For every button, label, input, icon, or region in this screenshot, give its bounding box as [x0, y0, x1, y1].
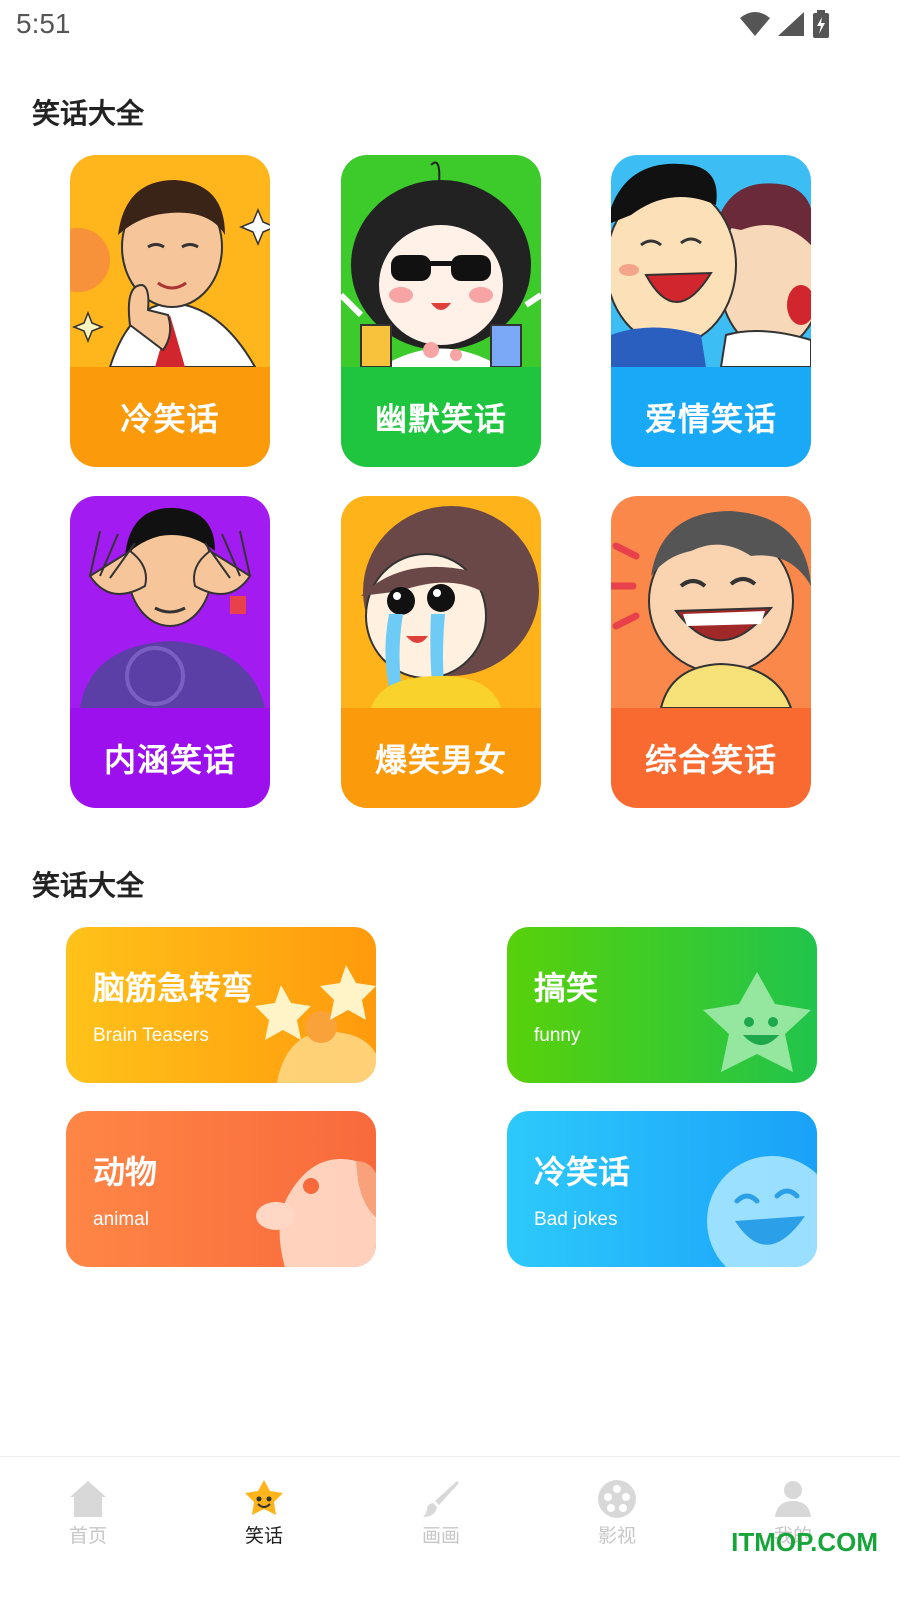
- feature-subtitle: animal: [93, 1209, 149, 1230]
- category-card-love-jokes[interactable]: 爱情笑话: [611, 155, 811, 467]
- category-label: 内涵笑话: [103, 741, 236, 779]
- feature-subtitle: Brain Teasers: [93, 1025, 209, 1046]
- feature-card-animal[interactable]: 动物 animal: [66, 1111, 376, 1267]
- category-card-subtle-jokes[interactable]: 内涵笑话: [70, 496, 270, 808]
- status-bar: 5:51: [0, 0, 900, 48]
- cartoon-man-hands-eyes-image: [70, 496, 270, 708]
- star-eyes-icon: [255, 965, 376, 1083]
- battery-icon: [813, 10, 829, 38]
- laughing-face-icon: [707, 1156, 817, 1267]
- category-label: 幽默笑话: [374, 400, 507, 438]
- category-card-men-women-jokes[interactable]: 爆笑男女: [341, 496, 541, 808]
- dog-icon: [256, 1159, 376, 1267]
- watermark-text: ITMOP.COM: [731, 1527, 878, 1557]
- cartoon-laughing-couple-image: [611, 155, 811, 367]
- feature-subtitle: funny: [534, 1025, 581, 1046]
- nav-item-draw[interactable]: 画画: [391, 1479, 491, 1548]
- nav-item-home[interactable]: 首页: [38, 1479, 138, 1548]
- user-icon: [775, 1481, 811, 1517]
- nav-item-jokes[interactable]: 笑话: [214, 1479, 314, 1548]
- brush-icon: [423, 1481, 459, 1517]
- category-label: 爱情笑话: [644, 400, 777, 438]
- category-card-general-jokes[interactable]: 综合笑话: [611, 496, 811, 808]
- nav-item-video[interactable]: 影视: [567, 1479, 667, 1548]
- feature-title: 搞笑: [534, 969, 599, 1007]
- feature-card-bad-jokes[interactable]: 冷笑话 Bad jokes: [507, 1111, 817, 1267]
- feature-card-funny[interactable]: 搞笑 funny: [507, 927, 817, 1083]
- signal-icon: [778, 12, 804, 36]
- cartoon-girl-sunglasses-image: [341, 155, 541, 367]
- section-title-categories: 笑话大全: [32, 97, 145, 130]
- home-icon: [70, 1481, 106, 1517]
- film-reel-icon: [598, 1480, 636, 1518]
- feature-card-brain-teasers[interactable]: 脑筋急转弯 Brain Teasers: [66, 927, 376, 1083]
- category-card-humor-jokes[interactable]: 幽默笑话: [341, 155, 541, 467]
- status-time: 5:51: [16, 8, 71, 39]
- category-card-cold-jokes[interactable]: 冷笑话: [70, 155, 270, 467]
- smiling-star-icon: [703, 972, 811, 1072]
- smiley-star-icon: [245, 1480, 283, 1515]
- cartoon-man-thumbs-up-image: [70, 155, 270, 367]
- cartoon-crying-girl-image: [341, 496, 541, 708]
- category-label: 综合笑话: [644, 741, 777, 779]
- feature-title: 冷笑话: [534, 1153, 631, 1191]
- section-title-features: 笑话大全: [32, 869, 145, 902]
- feature-subtitle: Bad jokes: [534, 1209, 618, 1230]
- cartoon-laughing-man-image: [611, 496, 811, 708]
- category-label: 爆笑男女: [374, 741, 507, 779]
- feature-title: 脑筋急转弯: [93, 969, 254, 1007]
- category-label: 冷笑话: [120, 400, 220, 438]
- feature-title: 动物: [93, 1153, 158, 1191]
- wifi-icon: [740, 12, 770, 36]
